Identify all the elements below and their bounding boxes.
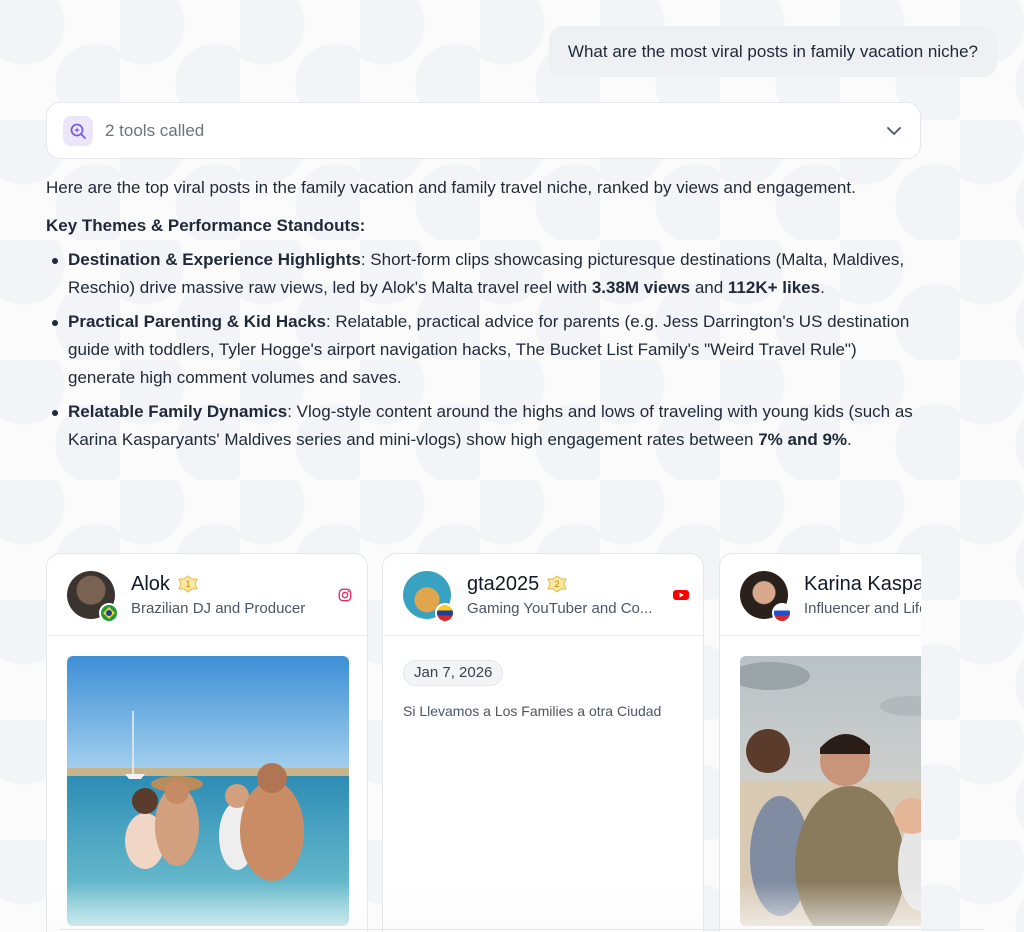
avatar [740, 570, 792, 623]
post-caption: Si Llevamos a Los Families a otra Ciudad [403, 703, 662, 719]
post-date-badge: Jan 7, 2026 [403, 660, 504, 686]
creator-name[interactable]: Karina Kasparyants [804, 573, 921, 596]
search-sparkle-icon [63, 115, 93, 146]
bullet-family-dynamics: Relatable Family Dynamics: Vlog-style co… [46, 398, 926, 454]
tools-called-label: 2 tools called [105, 120, 205, 140]
instagram-icon[interactable] [337, 588, 353, 602]
post-cards-carousel[interactable]: Alok 1 Brazilian DJ and Producer gta2025… [46, 553, 921, 932]
post-card[interactable]: Alok 1 Brazilian DJ and Producer [46, 553, 368, 932]
brazil-flag-icon [99, 602, 119, 623]
divider [60, 929, 984, 930]
rank-badge-icon: 1 [178, 575, 198, 593]
user-message-text: What are the most viral posts in family … [567, 42, 978, 61]
venezuela-flag-icon [435, 602, 455, 623]
avatar [67, 570, 119, 623]
post-thumbnail[interactable] [67, 656, 349, 926]
answer-intro: Here are the top viral posts in the fami… [46, 178, 856, 197]
tools-called-toggle[interactable]: 2 tools called [46, 102, 921, 159]
answer-heading: Key Themes & Performance Standouts: [46, 216, 366, 235]
user-message-bubble: What are the most viral posts in family … [548, 26, 997, 77]
rank-badge-icon: 2 [547, 575, 568, 593]
creator-description: Influencer and Lifestyle [804, 599, 921, 617]
russia-flag-icon [772, 602, 792, 623]
card-fade [383, 882, 703, 932]
bullet-destination-highlights: Destination & Experience Highlights: Sho… [46, 246, 926, 302]
creator-description: Gaming YouTuber and Co... [467, 599, 653, 617]
card-header: Alok 1 Brazilian DJ and Producer [47, 554, 367, 636]
assistant-answer: Here are the top viral posts in the fami… [46, 174, 926, 460]
avatar [403, 570, 455, 623]
chevron-down-icon[interactable] [884, 121, 904, 141]
bullet-parenting-hacks: Practical Parenting & Kid Hacks: Relatab… [46, 308, 926, 392]
answer-bullet-list: Destination & Experience Highlights: Sho… [46, 246, 926, 454]
creator-name[interactable]: gta2025 [467, 573, 539, 596]
svg-text:2: 2 [555, 579, 560, 589]
post-card[interactable]: Karina Kasparyants Influencer and Lifest… [719, 553, 921, 932]
creator-description: Brazilian DJ and Producer [131, 599, 306, 617]
creator-name[interactable]: Alok [131, 573, 170, 596]
svg-text:1: 1 [185, 579, 190, 589]
card-header: Karina Kasparyants Influencer and Lifest… [720, 554, 921, 636]
youtube-icon[interactable] [673, 588, 689, 602]
post-thumbnail[interactable] [740, 656, 921, 926]
post-card[interactable]: gta2025 2 Gaming YouTuber and Co... Jan … [382, 553, 704, 932]
card-header: gta2025 2 Gaming YouTuber and Co... [383, 554, 703, 636]
